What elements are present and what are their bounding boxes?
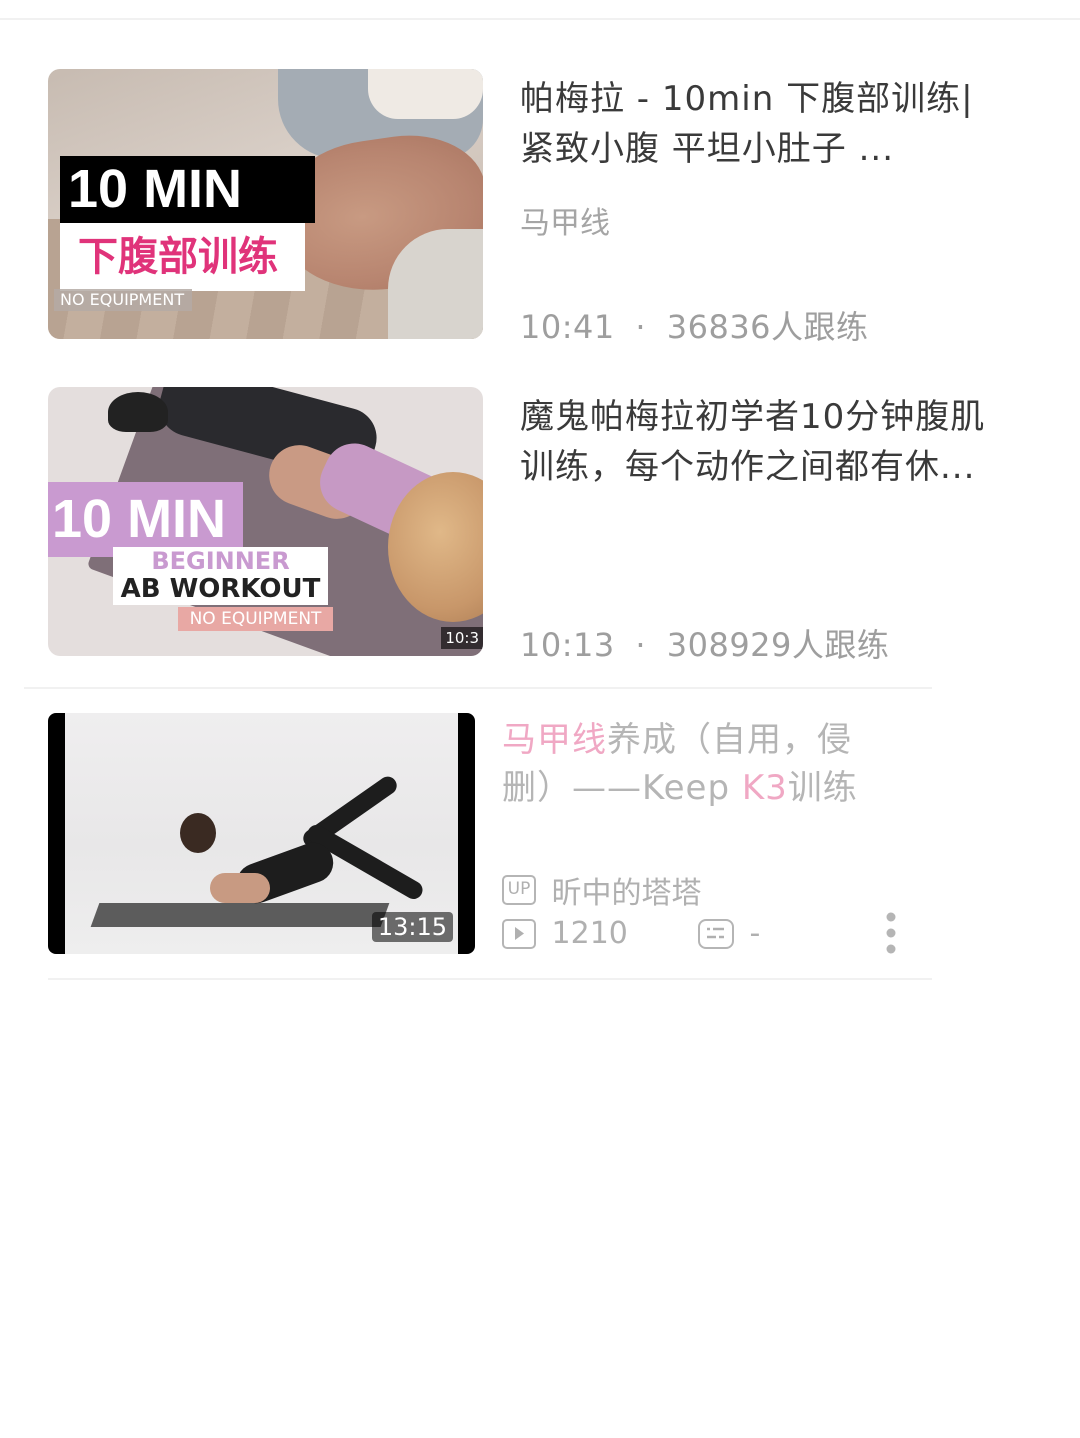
thumb-band-main: 10 MIN [60,156,315,223]
danmaku-count: - [698,915,760,951]
uploader-name: 昕中的塔塔 [551,876,702,911]
thumb-band-line: BEGINNER [151,547,290,575]
video-meta-2: 10:13 · 308929人跟练 [520,620,889,666]
title-line: 紧致小腹 平坦小肚子 ... [520,129,895,169]
video-title-2[interactable]: 魔鬼帕梅拉初学者10分钟腹肌 训练，每个动作之间都有休... [520,392,1040,492]
thumb-duration-badge: 13:15 [371,912,453,942]
follow-count: 308929人跟练 [666,626,890,664]
thumb-band-small: NO EQUIPMENT [54,289,192,311]
video-thumbnail-2[interactable]: 10 MIN BEGINNER AB WORKOUT NO EQUIPMENT … [48,387,483,656]
meta-sep: · [635,308,647,346]
title-text: 训练 [787,768,858,808]
play-count: 1210 [502,915,628,951]
list-divider [24,687,932,689]
danmaku-icon [698,918,734,949]
title-line: 帕梅拉 - 10min 下腹部训练| [520,79,974,119]
duration: 10:41 [520,308,615,346]
video-tag-1: 马甲线 [520,206,610,241]
thumb-duration-badge: 10:3 [441,627,483,649]
title-text: 养成（自用，侵 [607,720,852,760]
up-badge-icon: UP [502,875,536,905]
thumb-band-cn: 下腹部训练 [60,223,305,291]
play-count-icon [502,918,536,949]
thumb-band-small: NO EQUIPMENT [178,607,333,631]
list-divider [48,978,932,980]
thumb-band-sub: BEGINNER AB WORKOUT [113,547,328,605]
title-line: 训练，每个动作之间都有休... [520,447,976,487]
title-text: 删）——Keep [502,768,742,808]
thumb-band-main: 10 MIN [48,482,243,557]
video-thumbnail-1[interactable]: 10 MIN 下腹部训练 NO EQUIPMENT [48,69,483,339]
follow-count: 36836人跟练 [666,308,869,346]
title-line: 删）——Keep K3训练 [502,764,902,812]
danmaku-count-value: - [749,916,761,951]
uploader-row[interactable]: UP 昕中的塔塔 [502,868,702,912]
title-highlight: 马甲线 [502,720,607,760]
meta-sep: · [635,626,647,664]
top-divider [0,18,1080,20]
play-count-value: 1210 [551,916,628,951]
duration: 10:13 [520,626,615,664]
title-line: 魔鬼帕梅拉初学者10分钟腹肌 [520,397,986,437]
more-vertical-icon[interactable] [880,910,902,956]
video-title-3[interactable]: 马甲线养成（自用，侵 删）——Keep K3训练 [502,716,902,812]
thumb-figure [368,69,483,119]
thumb-figure [210,873,270,903]
thumb-band-line: AB WORKOUT [120,574,321,604]
video-title-1[interactable]: 帕梅拉 - 10min 下腹部训练| 紧致小腹 平坦小肚子 ... [520,74,1040,174]
title-line: 马甲线养成（自用，侵 [502,716,902,764]
thumb-figure [180,813,216,853]
thumb-figure [108,392,168,432]
video-meta-1: 10:41 · 36836人跟练 [520,302,869,348]
thumb-mat [90,903,390,927]
video-thumbnail-3[interactable]: 13:15 [48,713,475,954]
title-highlight: K3 [741,768,788,808]
